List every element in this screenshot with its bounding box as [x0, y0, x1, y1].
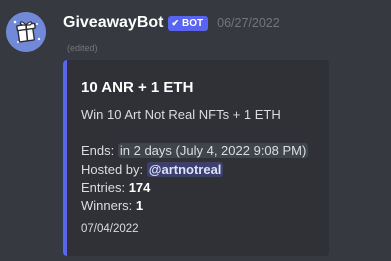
bot-tag-label: BOT [182, 17, 204, 29]
message-timestamp[interactable]: 06/27/2022 [217, 16, 280, 30]
ends-relative: in 2 days [119, 143, 172, 158]
winners-label: Winners: [81, 198, 133, 213]
hosted-by-label: Hosted by: [81, 162, 144, 177]
embed-description: Win 10 Art Not Real NFTs + 1 ETH [81, 107, 281, 122]
ends-label: Ends: [81, 143, 115, 158]
giveaway-bot-avatar-icon [6, 12, 46, 52]
verified-check-icon: ✔ [171, 17, 180, 28]
ends-time[interactable]: in 2 days (July 4, 2022 9:08 PM) [117, 143, 309, 158]
entries-line: Entries: 174 [81, 180, 150, 195]
embed-footer-date: 07/04/2022 [81, 223, 139, 235]
author-name[interactable]: GiveawayBot [63, 14, 163, 32]
message-header: GiveawayBot ✔ BOT 06/27/2022 [63, 13, 280, 33]
host-mention[interactable]: @artnotreal [146, 162, 224, 177]
winners-line: Winners: 1 [81, 198, 143, 213]
chat-message: GiveawayBot ✔ BOT 06/27/2022 (edited) 10… [0, 0, 391, 261]
ends-absolute: July 4, 2022 9:08 PM [179, 143, 303, 158]
entries-count: 174 [128, 180, 151, 195]
bot-tag: ✔ BOT [168, 15, 209, 31]
ends-line: Ends: in 2 days (July 4, 2022 9:08 PM) [81, 143, 309, 158]
bot-avatar[interactable] [6, 12, 46, 52]
giveaway-embed: 10 ANR + 1 ETH Win 10 Art Not Real NFTs … [63, 60, 329, 256]
winners-count: 1 [135, 198, 144, 213]
hosted-by-line: Hosted by: @artnotreal [81, 162, 224, 177]
embed-title: 10 ANR + 1 ETH [81, 79, 194, 96]
entries-label: Entries: [81, 180, 126, 195]
edited-indicator: (edited) [67, 43, 98, 53]
